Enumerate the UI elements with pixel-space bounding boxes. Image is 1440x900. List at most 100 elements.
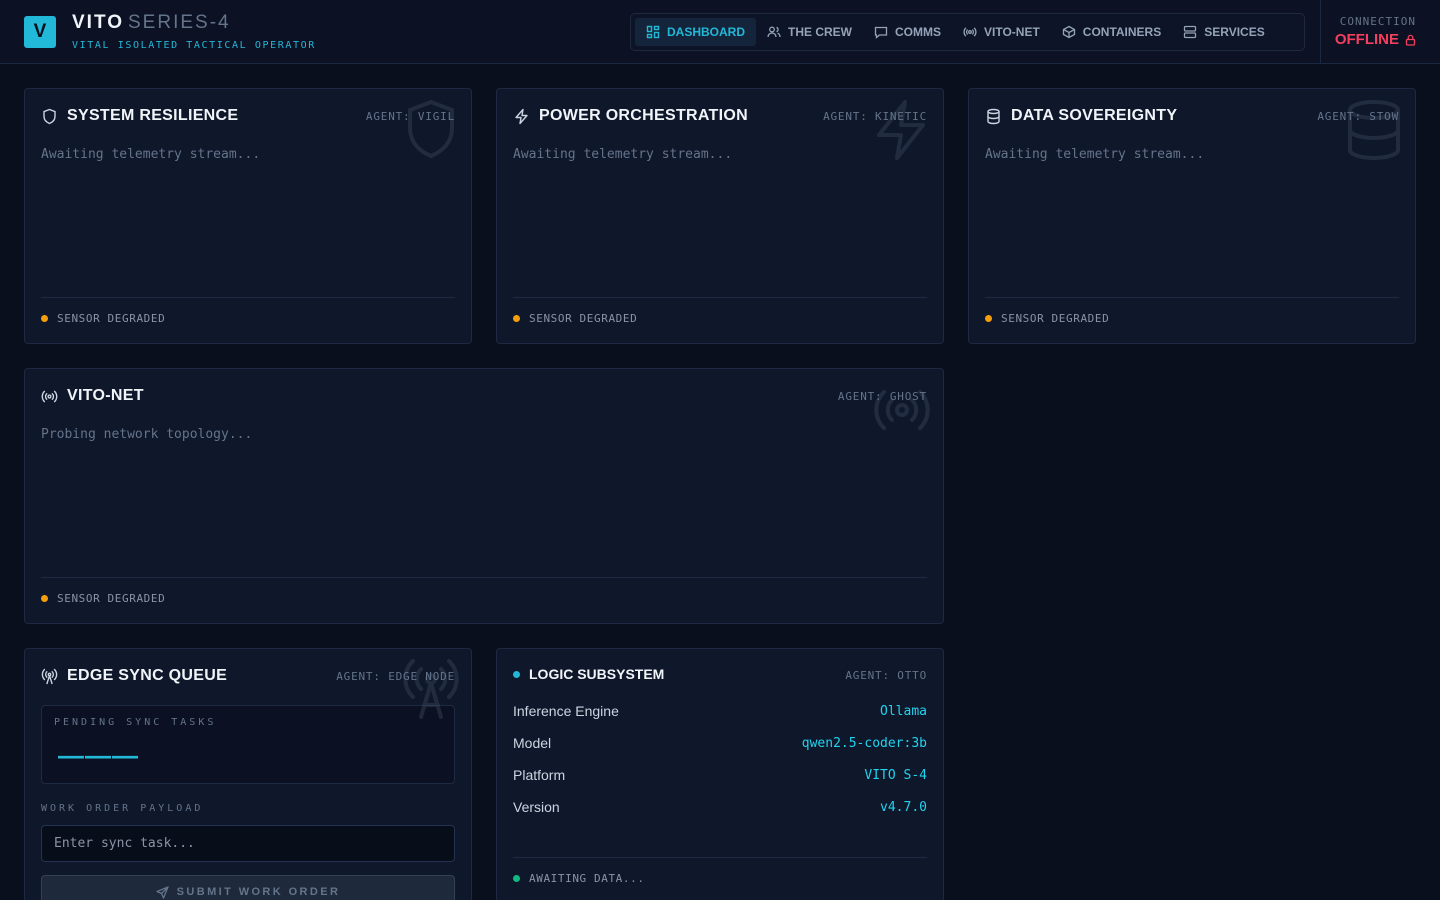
pending-sync-tasks-box: PENDING SYNC TASKS ——— <box>41 705 455 784</box>
row-key: Model <box>513 735 552 751</box>
connection-label: CONNECTION <box>1339 15 1416 28</box>
card-title-text: LOGIC SUBSYSTEM <box>529 666 665 682</box>
nav-comms-label: COMMS <box>895 25 941 39</box>
connection-status-text: OFFLINE <box>1334 31 1399 48</box>
radio-icon <box>963 27 977 37</box>
agent-label: AGENT: KINETIC <box>823 110 927 123</box>
card-title: SYSTEM RESILIENCE <box>41 107 238 125</box>
card-title: EDGE SYNC QUEUE <box>41 667 227 685</box>
status-text: SENSOR DEGRADED <box>57 312 166 325</box>
nav-vito-net-label: VITO-NET <box>984 25 1040 39</box>
agent-label: AGENT: STOW <box>1317 110 1399 123</box>
dashboard-icon <box>646 25 660 39</box>
nav-comms[interactable]: COMMS <box>863 18 952 46</box>
edge-sync-queue-card: EDGE SYNC QUEUE AGENT: EDGE NODE PENDING… <box>24 648 472 900</box>
card-message: Awaiting telemetry stream... <box>41 147 261 162</box>
card-title: VITO-NET <box>41 387 144 405</box>
card-status-footer: AWAITING DATA... <box>513 857 927 885</box>
card-title-text: SYSTEM RESILIENCE <box>67 107 239 124</box>
row-value: v4.7.0 <box>880 799 927 815</box>
card-title-text: POWER ORCHESTRATION <box>539 107 748 124</box>
bolt-watermark-icon <box>877 100 925 160</box>
agent-label: AGENT: GHOST <box>837 390 927 403</box>
card-message: Awaiting telemetry stream... <box>985 147 1205 162</box>
card-title-text: VITO-NET <box>67 387 144 404</box>
antenna-watermark-icon <box>403 659 459 719</box>
power-orchestration-card: POWER ORCHESTRATION AGENT: KINETIC Await… <box>496 88 944 344</box>
nav-the-crew[interactable]: THE CREW <box>756 18 863 46</box>
system-resilience-card: SYSTEM RESILIENCE AGENT: VIGIL Awaiting … <box>24 88 472 344</box>
submit-work-order-button[interactable]: SUBMIT WORK ORDER <box>41 875 455 900</box>
agent-label: AGENT: EDGE NODE <box>336 670 455 683</box>
warning-status-dot <box>41 315 48 322</box>
data-sovereignty-card: DATA SOVEREIGNTY AGENT: STOW Awaiting te… <box>968 88 1416 344</box>
shield-watermark-icon <box>408 99 454 159</box>
main-nav: DASHBOARD THE CREW COMMS VITO-NET CONTAI… <box>630 13 1305 51</box>
brand-series: SERIES-4 <box>128 12 231 33</box>
card-status-footer: SENSOR DEGRADED <box>41 577 927 605</box>
status-text: SENSOR DEGRADED <box>57 592 166 605</box>
send-icon <box>156 885 169 899</box>
vito-net-card: VITO-NET AGENT: GHOST Probing network to… <box>24 368 944 624</box>
work-order-payload-input[interactable] <box>41 825 455 862</box>
top-header: V VITO SERIES-4 VITAL ISOLATED TACTICAL O… <box>0 0 1440 64</box>
model-row: Model qwen2.5-coder:3b <box>513 733 927 753</box>
card-title-text: EDGE SYNC QUEUE <box>67 667 228 684</box>
connection-status: OFFLINE <box>1335 31 1416 48</box>
shield-icon <box>43 108 56 124</box>
row-key: Platform <box>513 767 566 783</box>
status-text: SENSOR DEGRADED <box>1001 312 1110 325</box>
app-logo: V <box>24 16 56 48</box>
brand-name: VITO <box>72 12 124 33</box>
nav-dashboard-label: DASHBOARD <box>667 25 745 39</box>
card-status-footer: SENSOR DEGRADED <box>41 297 455 325</box>
nav-containers-label: CONTAINERS <box>1082 25 1162 39</box>
row-key: Inference Engine <box>513 703 619 719</box>
status-text: SENSOR DEGRADED <box>529 312 638 325</box>
row-value: qwen2.5-coder:3b <box>801 735 927 751</box>
row-value: VITO S-4 <box>864 767 927 783</box>
server-icon <box>1184 25 1197 39</box>
agent-label: AGENT: OTTO <box>845 669 927 682</box>
nav-dashboard[interactable]: DASHBOARD <box>635 18 756 46</box>
card-title: LOGIC SUBSYSTEM <box>513 666 664 682</box>
card-status-footer: SENSOR DEGRADED <box>985 297 1399 325</box>
nav-the-crew-label: THE CREW <box>788 25 852 39</box>
message-icon <box>874 26 888 39</box>
row-key: Version <box>513 799 560 815</box>
radio-icon <box>41 390 58 402</box>
brand-title: VITO SERIES-4 <box>72 12 231 34</box>
nav-services-label: SERVICES <box>1204 25 1265 39</box>
lock-icon <box>1405 34 1416 46</box>
nav-containers[interactable]: CONTAINERS <box>1051 18 1172 46</box>
submit-work-order-label: SUBMIT WORK ORDER <box>176 886 341 898</box>
logic-subsystem-card: LOGIC SUBSYSTEM AGENT: OTTO Inference En… <box>496 648 944 900</box>
brand-subtitle: VITAL ISOLATED TACTICAL OPERATOR <box>72 40 316 51</box>
box-icon <box>1062 25 1075 39</box>
agent-label: AGENT: VIGIL <box>365 110 455 123</box>
version-row: Version v4.7.0 <box>513 797 927 817</box>
warning-status-dot <box>985 315 992 322</box>
warning-status-dot <box>513 315 520 322</box>
inference-engine-row: Inference Engine Ollama <box>513 701 927 721</box>
nav-services[interactable]: SERVICES <box>1172 18 1275 46</box>
card-message: Awaiting telemetry stream... <box>513 147 733 162</box>
card-title: DATA SOVEREIGNTY <box>985 107 1177 125</box>
bolt-icon <box>515 108 528 124</box>
users-icon <box>767 26 781 38</box>
status-text: AWAITING DATA... <box>529 872 645 885</box>
warning-status-dot <box>41 595 48 602</box>
pending-sync-tasks-label: PENDING SYNC TASKS <box>54 717 217 728</box>
pending-sync-tasks-value: ——— <box>58 740 139 770</box>
platform-row: Platform VITO S-4 <box>513 765 927 785</box>
row-value: Ollama <box>880 703 927 719</box>
database-icon <box>987 108 1000 124</box>
work-order-payload-label: WORK ORDER PAYLOAD <box>41 803 204 814</box>
card-title: POWER ORCHESTRATION <box>513 107 748 125</box>
card-status-footer: SENSOR DEGRADED <box>513 297 927 325</box>
ok-status-dot <box>513 875 520 882</box>
card-message: Probing network topology... <box>41 427 253 442</box>
nav-vito-net[interactable]: VITO-NET <box>952 18 1051 46</box>
connection-panel: CONNECTION OFFLINE <box>1320 0 1440 64</box>
card-title-text: DATA SOVEREIGNTY <box>1011 107 1178 124</box>
